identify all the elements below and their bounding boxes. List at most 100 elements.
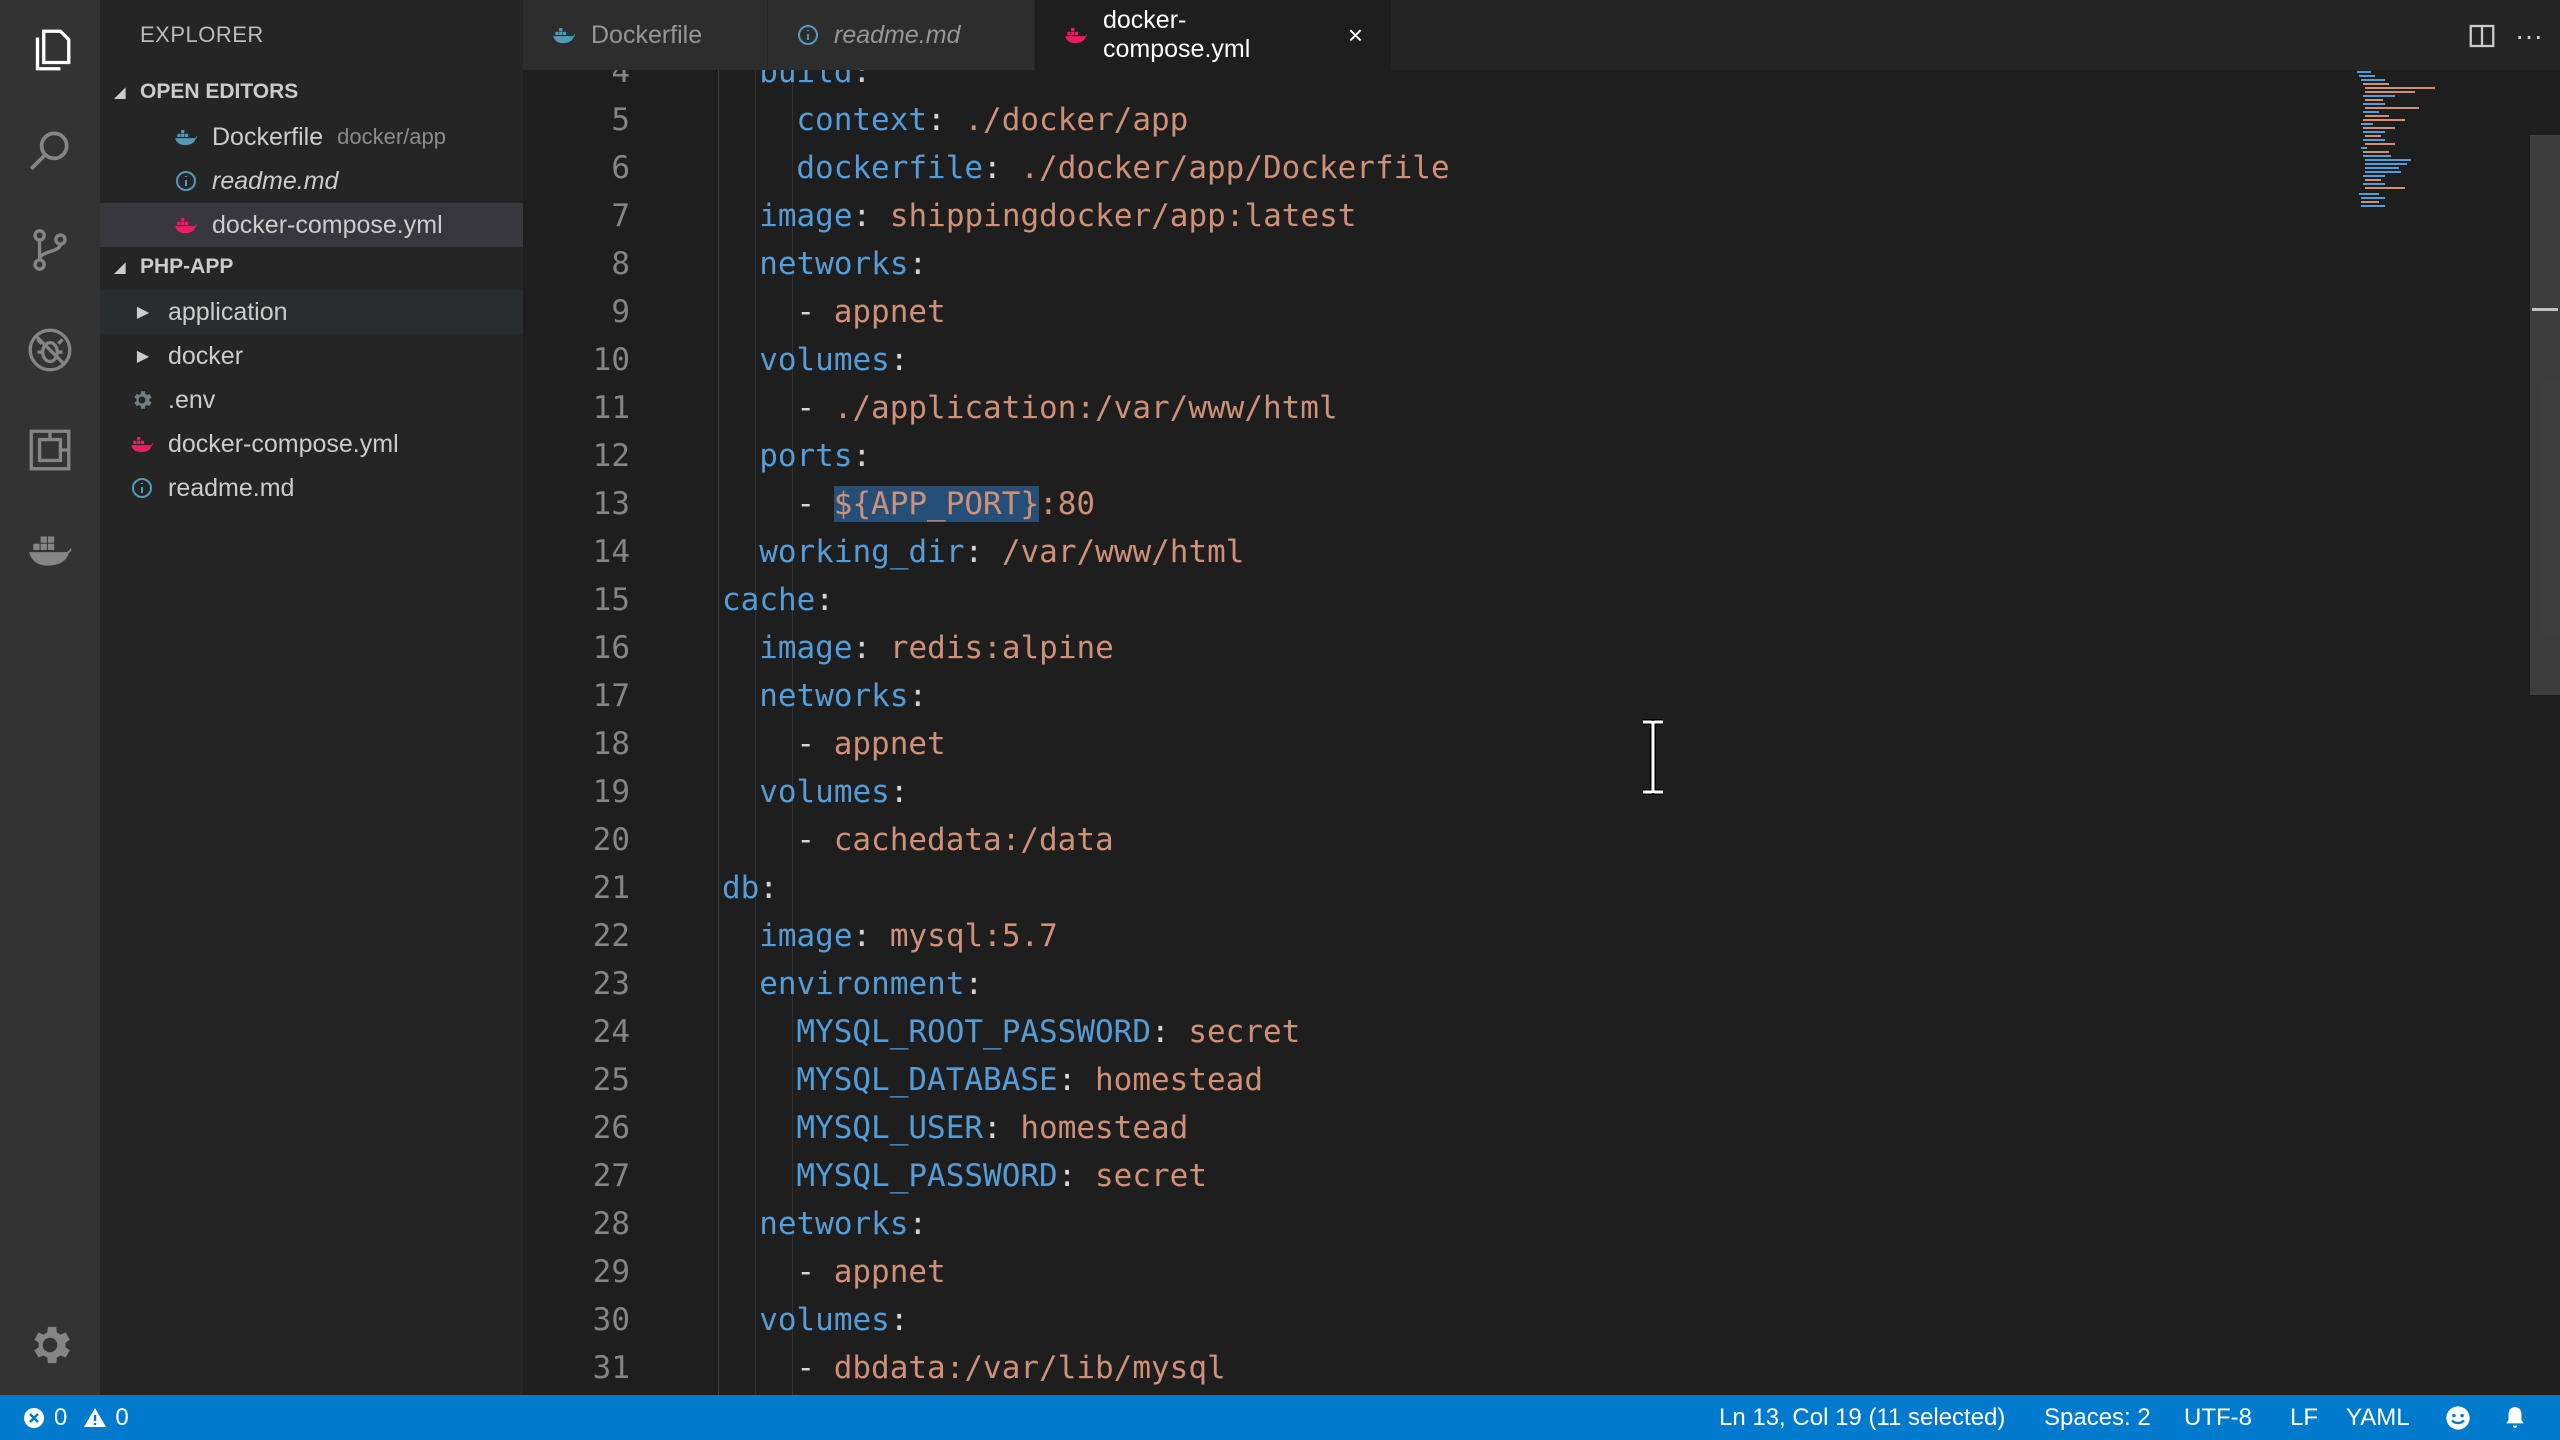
code-line[interactable]: 10 volumes: bbox=[523, 336, 2323, 384]
end-of-line[interactable]: LF bbox=[2290, 1395, 2318, 1440]
yaml-value: redis:alpine bbox=[871, 630, 1114, 666]
yaml-key: working_dir bbox=[759, 534, 965, 570]
code-line[interactable]: 8 networks: bbox=[523, 240, 2323, 288]
yaml-punctuation: : bbox=[908, 1206, 928, 1242]
code-line[interactable]: 31 - dbdata:/var/lib/mysql bbox=[523, 1344, 2323, 1392]
code-line[interactable]: 22 image: mysql:5.7 bbox=[523, 912, 2323, 960]
code-line[interactable]: 25 MYSQL_DATABASE: homestead bbox=[523, 1056, 2323, 1104]
code-line[interactable]: 18 - appnet bbox=[523, 720, 2323, 768]
code-line[interactable]: 14 working_dir: /var/www/html bbox=[523, 528, 2323, 576]
tab-dockerfile[interactable]: Dockerfile bbox=[523, 0, 768, 70]
code-text: networks: bbox=[759, 240, 927, 288]
code-text: MYSQL_ROOT_PASSWORD: secret bbox=[796, 1008, 1300, 1056]
caret-down-icon: ◢ bbox=[114, 83, 126, 100]
code-line[interactable]: 16 image: redis:alpine bbox=[523, 624, 2323, 672]
tab-label: Dockerfile bbox=[591, 20, 703, 49]
code-line[interactable]: 19 volumes: bbox=[523, 768, 2323, 816]
code-text: image: redis:alpine bbox=[759, 624, 1114, 672]
code-line[interactable]: 12 ports: bbox=[523, 432, 2323, 480]
indentation[interactable]: Spaces: 2 bbox=[2044, 1395, 2151, 1440]
file-docker-compose[interactable]: docker-compose.yml bbox=[100, 422, 551, 466]
problems-indicator[interactable]: 0 0 bbox=[22, 1395, 129, 1440]
text-cursor-icon bbox=[1643, 719, 1663, 795]
settings-gear-icon[interactable] bbox=[0, 1295, 100, 1395]
notifications-bell-icon[interactable] bbox=[2502, 1395, 2528, 1440]
files-icon[interactable] bbox=[0, 0, 100, 100]
tab-readme[interactable]: readme.md bbox=[768, 0, 1035, 70]
code-line[interactable]: 4 build: bbox=[523, 70, 2323, 96]
yaml-value: homestead bbox=[1076, 1062, 1263, 1098]
yaml-punctuation: : bbox=[759, 870, 778, 906]
close-icon[interactable]: × bbox=[1348, 20, 1363, 51]
more-actions-icon[interactable]: ··· bbox=[2507, 14, 2551, 58]
code-line[interactable]: 15 cache: bbox=[523, 576, 2323, 624]
source-control-icon[interactable] bbox=[0, 200, 100, 300]
line-number: 5 bbox=[611, 102, 630, 138]
tab-docker-compose[interactable]: docker-compose.yml × bbox=[1035, 0, 1392, 70]
code-line[interactable]: 24 MYSQL_ROOT_PASSWORD: secret bbox=[523, 1008, 2323, 1056]
yaml-punctuation: : bbox=[908, 678, 928, 714]
status-bar: 0 0 Ln 13, Col 19 (11 selected) Spaces: … bbox=[0, 1395, 2560, 1440]
code-line[interactable]: 7 image: shippingdocker/app:latest bbox=[523, 192, 2323, 240]
yaml-punctuation: : bbox=[889, 342, 909, 378]
extensions-icon[interactable] bbox=[0, 400, 100, 500]
file-env[interactable]: .env bbox=[100, 378, 551, 422]
file-name: .env bbox=[168, 385, 216, 414]
code-line[interactable]: 11 - ./application:/var/www/html bbox=[523, 384, 2323, 432]
code-line[interactable]: 29 - appnet bbox=[523, 1248, 2323, 1296]
encoding[interactable]: UTF-8 bbox=[2184, 1395, 2252, 1440]
feedback-smiley-icon[interactable] bbox=[2444, 1395, 2472, 1440]
code-editor[interactable]: 4 build: 5 context: ./docker/app 6 dockerfile… bbox=[523, 70, 2560, 1395]
language-mode[interactable]: YAML bbox=[2346, 1395, 2410, 1440]
file-readme[interactable]: readme.md bbox=[100, 466, 551, 510]
line-number: 27 bbox=[592, 1158, 630, 1194]
open-editor-docker-compose[interactable]: docker-compose.yml bbox=[100, 203, 595, 247]
yaml-key: networks bbox=[759, 1206, 909, 1242]
folder-application[interactable]: ▶ application bbox=[100, 290, 553, 334]
yaml-punctuation: - bbox=[796, 726, 834, 762]
vertical-scrollbar[interactable] bbox=[2530, 135, 2560, 695]
code-text: networks: bbox=[759, 672, 927, 720]
open-editor-dockerfile[interactable]: Dockerfile docker/app bbox=[100, 115, 595, 159]
code-line[interactable]: 30 volumes: bbox=[523, 1296, 2323, 1344]
code-text: db: bbox=[722, 864, 778, 912]
code-line[interactable]: 27 MYSQL_PASSWORD: secret bbox=[523, 1152, 2323, 1200]
code-line[interactable]: 13 - ${APP_PORT}:80 bbox=[523, 480, 2323, 528]
yaml-punctuation: : bbox=[964, 534, 984, 570]
code-text: image: mysql:5.7 bbox=[759, 912, 1058, 960]
split-editor-icon[interactable] bbox=[2460, 14, 2504, 58]
yaml-punctuation: : bbox=[815, 582, 834, 618]
yaml-punctuation: : bbox=[852, 918, 872, 954]
docker-icon[interactable] bbox=[0, 500, 100, 600]
code-line[interactable]: 21 db: bbox=[523, 864, 2323, 912]
code-line[interactable]: 6 dockerfile: ./docker/app/Dockerfile bbox=[523, 144, 2323, 192]
code-line[interactable]: 28 networks: bbox=[523, 1200, 2323, 1248]
search-icon[interactable] bbox=[0, 100, 100, 200]
code-text: MYSQL_USER: homestead bbox=[796, 1104, 1188, 1152]
code-line[interactable]: 23 environment: bbox=[523, 960, 2323, 1008]
line-number: 9 bbox=[611, 294, 630, 330]
cursor-position[interactable]: Ln 13, Col 19 (11 selected) bbox=[1719, 1395, 2005, 1440]
code-text: - dbdata:/var/lib/mysql bbox=[796, 1344, 1225, 1392]
debug-icon[interactable] bbox=[0, 300, 100, 400]
folder-docker[interactable]: ▶ docker bbox=[100, 334, 553, 378]
minimap[interactable] bbox=[2355, 70, 2475, 240]
activity-bar bbox=[0, 0, 100, 1395]
yaml-value: shippingdocker/app:latest bbox=[871, 198, 1357, 234]
docker-compose-file-icon bbox=[172, 211, 200, 239]
code-line[interactable]: 5 context: ./docker/app bbox=[523, 96, 2323, 144]
open-editors-header[interactable]: ◢ OPEN EDITORS bbox=[100, 72, 523, 112]
caret-down-icon: ◢ bbox=[114, 258, 126, 275]
code-line[interactable]: 20 - cachedata:/data bbox=[523, 816, 2323, 864]
code-text: MYSQL_DATABASE: homestead bbox=[796, 1056, 1263, 1104]
open-editor-readme[interactable]: readme.md bbox=[100, 159, 595, 203]
yaml-punctuation: : bbox=[852, 198, 872, 234]
code-line[interactable]: 17 networks: bbox=[523, 672, 2323, 720]
file-name: docker-compose.yml bbox=[212, 210, 443, 239]
gear-file-icon bbox=[128, 386, 156, 414]
project-label: PHP-APP bbox=[140, 255, 234, 278]
code-line[interactable]: 26 MYSQL_USER: homestead bbox=[523, 1104, 2323, 1152]
code-line[interactable]: 9 - appnet bbox=[523, 288, 2323, 336]
project-header[interactable]: ◢ PHP-APP bbox=[100, 247, 523, 287]
yaml-key: db bbox=[722, 870, 760, 906]
